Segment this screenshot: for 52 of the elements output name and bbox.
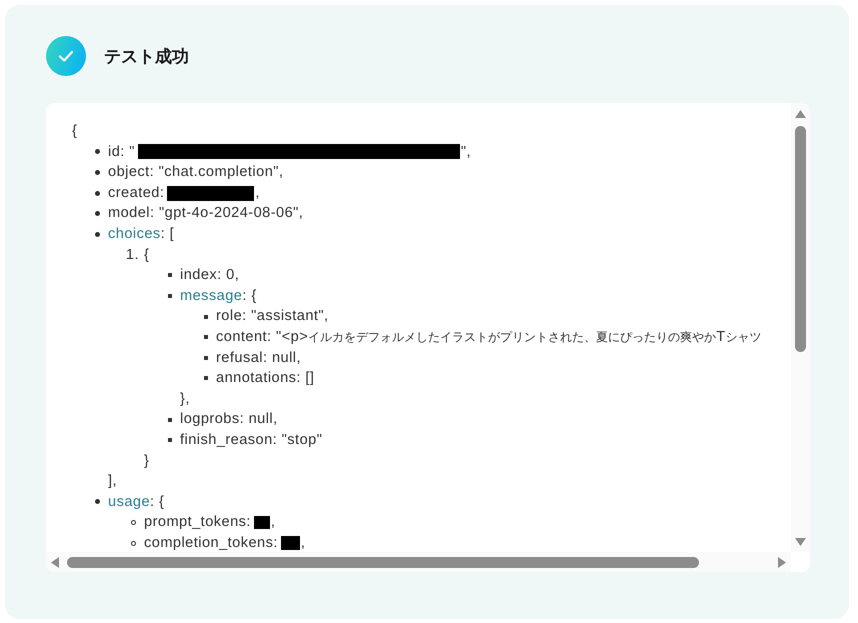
bullet-icon bbox=[168, 294, 172, 298]
json-line: content: "<p>イルカをデフォルメしたイラストがプリントされた、夏にぴったりの爽やかTシャツ bbox=[216, 328, 762, 347]
json-line: , bbox=[270, 513, 276, 532]
horizontal-scrollbar[interactable] bbox=[46, 552, 791, 572]
json-line: { bbox=[144, 246, 150, 265]
json-line: { bbox=[72, 122, 78, 141]
bullet-icon bbox=[95, 232, 100, 237]
arrow-right-icon[interactable] bbox=[778, 556, 786, 568]
bullet-icon bbox=[168, 418, 172, 422]
json-line: ], bbox=[108, 472, 118, 492]
bullet-icon bbox=[168, 438, 172, 442]
json-line: id: " bbox=[108, 142, 135, 162]
json-line: finish_reason: "stop" bbox=[180, 430, 322, 450]
json-line: message: { bbox=[180, 286, 257, 306]
bullet-icon bbox=[95, 499, 100, 504]
bullet-icon bbox=[95, 149, 100, 154]
bullet-icon bbox=[204, 376, 208, 380]
bullet-icon bbox=[204, 335, 208, 340]
json-line: annotations: [] bbox=[216, 369, 314, 388]
bullet-icon bbox=[204, 314, 208, 319]
json-line: logprobs: null, bbox=[180, 410, 278, 430]
scrollbar-thumb[interactable] bbox=[795, 126, 806, 352]
bullet-icon bbox=[95, 211, 100, 216]
json-line: choices: [ bbox=[108, 224, 174, 244]
json-line: prompt_tokens: bbox=[144, 513, 251, 532]
json-line: refusal: null, bbox=[216, 348, 301, 368]
bullet-icon bbox=[168, 273, 172, 278]
status-title: テスト成功 bbox=[104, 46, 189, 68]
json-line: , bbox=[300, 534, 306, 552]
json-line: , bbox=[255, 184, 260, 203]
arrow-down-icon[interactable] bbox=[795, 538, 806, 546]
arrow-left-icon[interactable] bbox=[51, 556, 59, 568]
json-line: index: 0, bbox=[180, 266, 240, 286]
json-line: }, bbox=[180, 390, 190, 409]
json-line: ", bbox=[460, 142, 472, 162]
scrollbar-thumb[interactable] bbox=[67, 556, 699, 568]
json-line: model: "gpt-4o-2024-08-06", bbox=[108, 204, 304, 224]
json-line: } bbox=[144, 452, 150, 470]
json-line: created: bbox=[108, 184, 164, 203]
bullet-icon bbox=[131, 540, 136, 546]
vertical-scrollbar[interactable] bbox=[791, 103, 810, 552]
bullet-icon bbox=[204, 356, 208, 360]
list-number: 1. bbox=[126, 246, 139, 265]
bullet-icon bbox=[95, 170, 100, 175]
arrow-up-icon[interactable] bbox=[795, 110, 806, 118]
json-line: usage: { bbox=[108, 492, 164, 512]
json-line: completion_tokens: bbox=[144, 534, 278, 552]
bullet-icon bbox=[95, 190, 100, 196]
check-icon bbox=[46, 36, 86, 76]
json-line: object: "chat.completion", bbox=[108, 163, 284, 182]
json-line: role: "assistant", bbox=[216, 307, 329, 326]
bullet-icon bbox=[131, 520, 136, 526]
